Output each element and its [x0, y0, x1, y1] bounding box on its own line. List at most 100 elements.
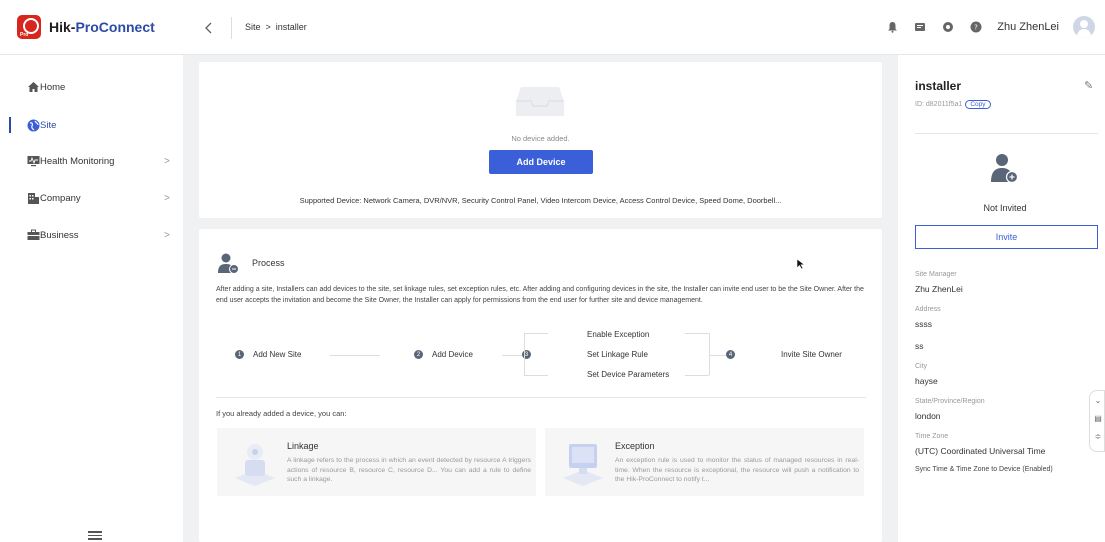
- device-card: No device added. Add Device Supported De…: [199, 62, 882, 218]
- empty-state-text: No device added.: [511, 134, 570, 143]
- site-id: ID: d82011f5a1 Copy: [915, 100, 991, 109]
- city-label: City: [915, 363, 928, 370]
- back-button[interactable]: [198, 18, 218, 38]
- step-invite-owner-dot: 4: [726, 350, 744, 359]
- timezone-value: (UTC) Coordinated Universal Time: [915, 446, 1046, 456]
- building-icon: [27, 192, 40, 205]
- user-name[interactable]: Zhu ZhenLei: [997, 21, 1059, 33]
- linkage-card[interactable]: Linkage A linkage refers to the process …: [217, 428, 536, 496]
- process-title: Process: [252, 258, 285, 268]
- exception-card[interactable]: Exception An exception rule is used to m…: [545, 428, 864, 496]
- app-title-accent: ProConnect: [75, 19, 155, 35]
- sidebar-item-health-monitoring[interactable]: Health Monitoring >: [0, 146, 183, 176]
- step-label: Set Device Parameters: [587, 370, 670, 379]
- breadcrumb: Site > installer: [245, 22, 307, 32]
- collapse-menu-icon[interactable]: [88, 529, 102, 542]
- invite-button[interactable]: Invite: [915, 225, 1098, 249]
- site-name: installer: [915, 79, 962, 93]
- document-icon[interactable]: ▤: [1093, 413, 1103, 423]
- invite-status: Not Invited: [983, 203, 1027, 213]
- step-label: Add New Site: [253, 350, 302, 359]
- sidebar-item-site[interactable]: Site: [0, 110, 183, 140]
- chevron-left-icon: [205, 22, 212, 34]
- site-manager-value: Zhu ZhenLei: [915, 284, 963, 294]
- linkage-title: Linkage: [287, 441, 319, 451]
- mouse-cursor-icon: [796, 258, 806, 270]
- step-label: Enable Exception: [587, 330, 650, 339]
- chevron-right-icon: >: [164, 192, 170, 204]
- empty-box-icon: [516, 87, 564, 116]
- filter-icon[interactable]: ≑: [1093, 431, 1103, 441]
- branch-line: [709, 333, 710, 375]
- settings-icon[interactable]: [941, 20, 955, 34]
- globe-icon: [27, 119, 40, 132]
- floating-toolbar: ⌄ ▤ ≑: [1089, 390, 1105, 452]
- step-set-device-parameters: Set Device Parameters: [587, 370, 669, 379]
- add-device-button[interactable]: Add Device: [489, 150, 593, 174]
- help-icon[interactable]: ?: [969, 20, 983, 34]
- briefcase-icon: [27, 229, 40, 242]
- copy-button[interactable]: Copy: [965, 100, 991, 109]
- edit-icon[interactable]: ✎: [1084, 79, 1093, 92]
- app-title: Hik-ProConnect: [49, 19, 155, 35]
- header-divider: [231, 17, 232, 39]
- step-set-linkage-rule: Set Linkage Rule: [587, 350, 648, 359]
- sidebar-item-home[interactable]: Home: [0, 72, 183, 102]
- sidebar-item-label: Business: [40, 229, 79, 241]
- chevron-right-icon: >: [164, 155, 170, 167]
- sidebar: Home Site Health Monitoring > Company > …: [0, 55, 183, 542]
- sidebar-item-label: Health Monitoring: [40, 155, 115, 167]
- sidebar-item-label: Site: [40, 119, 57, 131]
- app-logo[interactable]: Pro Hik-ProConnect: [17, 13, 155, 41]
- step-invite-site-owner: Invite Site Owner: [781, 350, 842, 359]
- branch-line: [524, 375, 548, 376]
- process-card: Process After adding a site, Installers …: [199, 229, 882, 542]
- branch-line: [524, 333, 525, 375]
- step-label: Invite Site Owner: [781, 350, 842, 359]
- avatar[interactable]: [1073, 16, 1095, 38]
- step-dot: 2: [414, 350, 423, 359]
- process-divider: [216, 397, 866, 398]
- home-icon: [27, 81, 40, 94]
- bell-icon[interactable]: [885, 20, 899, 34]
- monitor-icon: [27, 155, 40, 168]
- message-icon[interactable]: [913, 20, 927, 34]
- process-description: After adding a site, Installers can add …: [216, 286, 864, 304]
- sidebar-item-business[interactable]: Business >: [0, 220, 183, 250]
- already-added-text: If you already added a device, you can:: [216, 409, 347, 418]
- step-connector: [502, 355, 522, 356]
- address-line-1: ssss: [915, 319, 932, 329]
- state-label: State/Province/Region: [915, 398, 985, 405]
- panel-divider: [915, 133, 1098, 134]
- city-value: hayse: [915, 376, 938, 386]
- exception-title: Exception: [615, 441, 655, 451]
- step-enable-exception: Enable Exception: [587, 330, 649, 339]
- camera-illustration-icon: [235, 444, 275, 486]
- branch-line: [685, 333, 709, 334]
- sync-time-text: Sync Time & Time Zone to Device (Enabled…: [915, 466, 1053, 473]
- linkage-description: A linkage refers to the process in which…: [287, 457, 531, 483]
- breadcrumb-site[interactable]: Site: [245, 22, 261, 32]
- app-title-main: Hik-: [49, 19, 76, 35]
- address-line-2: ss: [915, 341, 924, 351]
- header-actions: ? Zhu ZhenLei: [885, 14, 1095, 40]
- site-manager-label: Site Manager: [915, 271, 957, 278]
- breadcrumb-current: installer: [275, 22, 307, 32]
- breadcrumb-separator: >: [265, 22, 271, 32]
- step-connector: [330, 355, 380, 356]
- person-icon: [218, 253, 239, 274]
- step-add-new-site: 1 Add New Site: [235, 350, 301, 359]
- logo-mark-icon: Pro: [17, 15, 41, 39]
- site-detail-panel: installer ✎ ID: d82011f5a1 Copy Not Invi…: [898, 55, 1105, 542]
- step-connector: [709, 355, 726, 356]
- chevron-right-icon: >: [164, 229, 170, 241]
- step-dot: 1: [235, 350, 244, 359]
- supported-devices-text: Supported Device: Network Camera, DVR/NV…: [299, 196, 782, 205]
- sidebar-item-company[interactable]: Company >: [0, 183, 183, 213]
- branch-line: [524, 333, 548, 334]
- step-add-device: 2 Add Device: [414, 350, 473, 359]
- monitor-illustration-icon: [563, 444, 603, 486]
- chevron-down-icon[interactable]: ⌄: [1093, 395, 1103, 405]
- logo-badge: Pro: [20, 32, 29, 38]
- state-value: london: [915, 411, 941, 421]
